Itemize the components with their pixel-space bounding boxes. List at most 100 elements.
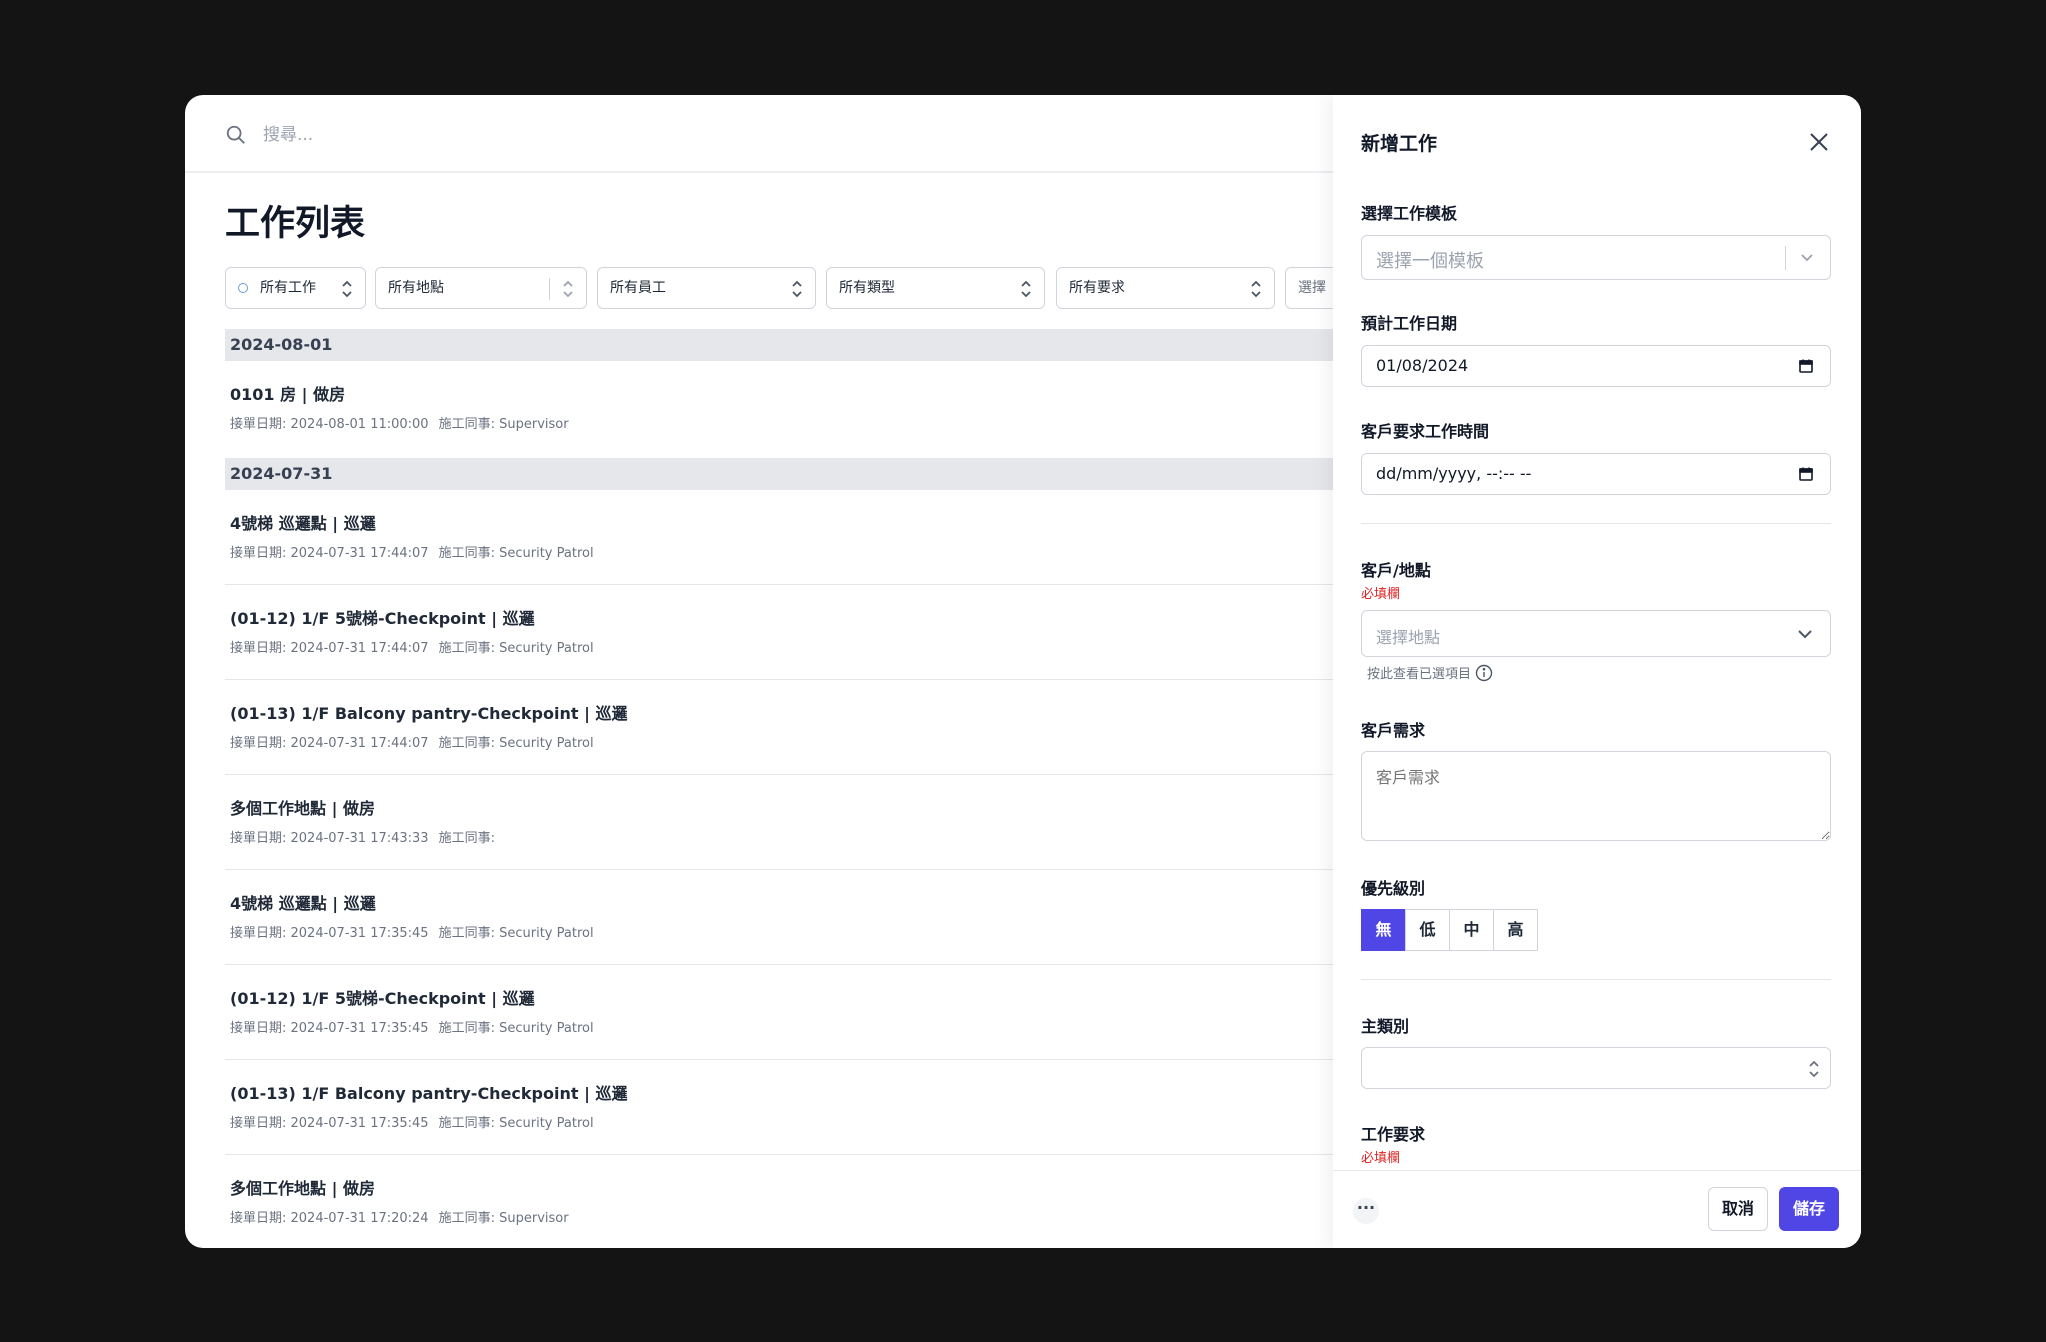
priority-medium-button[interactable]: 中 xyxy=(1449,909,1494,951)
template-placeholder: 選擇一個模板 xyxy=(1376,251,1484,272)
template-select[interactable]: 選擇一個模板 xyxy=(1361,235,1831,280)
date-group-header: 2024-08-01 xyxy=(225,329,1335,361)
job-meta: 接單日期: 2024-07-31 17:35:45 施工同事: Security … xyxy=(230,1112,1335,1131)
job-list-item[interactable]: (01-12) 1/F 5號梯-Checkpoint | 巡邏 接單日期: 20… xyxy=(225,585,1335,680)
select-separator xyxy=(549,278,550,300)
filter-staff-select[interactable]: 所有員工 xyxy=(597,267,816,309)
template-label: 選擇工作模板 xyxy=(1361,204,1458,223)
job-title: 0101 房 | 做房 xyxy=(230,385,346,404)
chevron-updown-icon xyxy=(1809,1060,1819,1078)
priority-toggle-group: 無 低 中 高 xyxy=(1361,909,1538,951)
new-job-panel: 新增工作 選擇工作模板 選擇一個模板 預計工作日期 01/08/2024 客戶要… xyxy=(1333,95,1861,1248)
search-input[interactable] xyxy=(263,115,863,155)
more-options-button[interactable]: ··· xyxy=(1353,1198,1379,1224)
job-received-date: 接單日期: 2024-08-01 11:00:00 xyxy=(230,417,429,432)
job-list: 2024-08-01 0101 房 | 做房 接單日期: 2024-08-01 … xyxy=(225,329,1335,1248)
job-list-item[interactable]: 0101 房 | 做房 接單日期: 2024-08-01 11:00:00 施工同… xyxy=(225,361,1335,458)
job-title: 多個工作地點 | 做房 xyxy=(230,1179,375,1198)
main-category-label: 主類別 xyxy=(1361,1017,1410,1036)
job-list-item[interactable]: 4號梯 巡邏點 | 巡邏 接單日期: 2024-07-31 17:35:45 施工… xyxy=(225,870,1335,965)
priority-none-button[interactable]: 無 xyxy=(1361,909,1406,951)
form-divider xyxy=(1361,979,1831,980)
filter-request-select[interactable]: 所有要求 xyxy=(1056,267,1275,309)
filter-bar: 所有工作 所有地點 所有員工 所有類型 所有要求 選擇 xyxy=(225,267,1405,309)
job-meta: 接單日期: 2024-07-31 17:44:07 施工同事: Security … xyxy=(230,637,1335,656)
date-group-header: 2024-07-31 xyxy=(225,458,1335,490)
priority-high-button[interactable]: 高 xyxy=(1493,909,1538,951)
search-icon xyxy=(226,125,245,144)
job-staff: 施工同事: Security Patrol xyxy=(438,1021,594,1036)
job-received-date: 接單日期: 2024-07-31 17:44:07 xyxy=(230,641,429,656)
job-list-item[interactable]: 多個工作地點 | 做房 接單日期: 2024-07-31 17:43:33 施工同… xyxy=(225,775,1335,870)
job-title: (01-12) 1/F 5號梯-Checkpoint | 巡邏 xyxy=(230,609,535,628)
job-staff: 施工同事: Security Patrol xyxy=(438,1116,594,1131)
status-circle-icon xyxy=(238,283,248,293)
client-request-textarea[interactable] xyxy=(1361,751,1831,841)
select-separator xyxy=(1785,246,1786,270)
job-meta: 接單日期: 2024-07-31 17:44:07 施工同事: Security … xyxy=(230,542,1335,561)
job-title: (01-13) 1/F Balcony pantry-Checkpoint | … xyxy=(230,704,628,723)
job-received-date: 接單日期: 2024-07-31 17:20:24 xyxy=(230,1211,429,1226)
job-title: 4號梯 巡邏點 | 巡邏 xyxy=(230,894,376,913)
filter-type-select[interactable]: 所有類型 xyxy=(826,267,1045,309)
location-hint-text: 按此查看已選項目 xyxy=(1367,667,1472,682)
job-staff: 施工同事: xyxy=(438,831,495,846)
job-received-date: 接單日期: 2024-07-31 17:35:45 xyxy=(230,926,429,941)
location-label: 客戶/地點 xyxy=(1361,561,1431,580)
filter-label: 選擇 xyxy=(1298,280,1326,296)
filter-location-select[interactable]: 所有地點 xyxy=(375,267,587,309)
priority-label: 優先級別 xyxy=(1361,879,1426,898)
filter-status-select[interactable]: 所有工作 xyxy=(225,267,366,309)
chevron-updown-icon xyxy=(792,280,802,298)
job-staff: 施工同事: Supervisor xyxy=(438,417,569,432)
job-staff: 施工同事: Supervisor xyxy=(438,1211,569,1226)
job-meta: 接單日期: 2024-08-01 11:00:00 施工同事: Superviso… xyxy=(230,413,1335,432)
location-hint[interactable]: 按此查看已選項目 xyxy=(1367,663,1493,682)
job-list-item[interactable]: (01-13) 1/F Balcony pantry-Checkpoint | … xyxy=(225,1060,1335,1155)
job-received-date: 接單日期: 2024-07-31 17:44:07 xyxy=(230,546,429,561)
filter-label: 所有員工 xyxy=(610,280,666,296)
job-staff: 施工同事: Security Patrol xyxy=(438,736,594,751)
job-meta: 接單日期: 2024-07-31 17:43:33 施工同事: xyxy=(230,827,1335,846)
panel-title: 新增工作 xyxy=(1361,133,1438,155)
job-list-item[interactable]: (01-13) 1/F Balcony pantry-Checkpoint | … xyxy=(225,680,1335,775)
job-list-item[interactable]: 多個工作地點 | 做房 接單日期: 2024-07-31 17:20:24 施工同… xyxy=(225,1155,1335,1248)
job-staff: 施工同事: Security Patrol xyxy=(438,546,594,561)
planned-date-input[interactable]: 01/08/2024 xyxy=(1361,345,1831,387)
job-meta: 接單日期: 2024-07-31 17:35:45 施工同事: Security … xyxy=(230,922,1335,941)
calendar-icon[interactable] xyxy=(1798,466,1814,482)
filter-label: 所有地點 xyxy=(388,280,444,296)
priority-low-button[interactable]: 低 xyxy=(1405,909,1450,951)
job-list-item[interactable]: 4號梯 巡邏點 | 巡邏 接單日期: 2024-07-31 17:44:07 施工… xyxy=(225,490,1335,585)
save-button[interactable]: 儲存 xyxy=(1779,1187,1839,1231)
calendar-icon[interactable] xyxy=(1798,358,1814,374)
job-title: (01-13) 1/F Balcony pantry-Checkpoint | … xyxy=(230,1084,628,1103)
job-list-item[interactable]: (01-12) 1/F 5號梯-Checkpoint | 巡邏 接單日期: 20… xyxy=(225,965,1335,1060)
form-divider xyxy=(1361,523,1831,524)
location-placeholder: 選擇地點 xyxy=(1376,628,1441,647)
app-window: 工作列表 所有工作 所有地點 所有員工 所有類型 所有要求 選擇 2024-08… xyxy=(185,95,1861,1248)
panel-footer: ··· 取消 儲存 xyxy=(1333,1170,1861,1248)
client-request-label: 客戶需求 xyxy=(1361,721,1426,740)
search-bar xyxy=(185,95,1335,173)
main-category-select[interactable] xyxy=(1361,1047,1831,1089)
job-received-date: 接單日期: 2024-07-31 17:44:07 xyxy=(230,736,429,751)
requested-time-label: 客戶要求工作時間 xyxy=(1361,422,1490,441)
planned-date-label: 預計工作日期 xyxy=(1361,314,1458,333)
chevron-down-icon xyxy=(1801,254,1813,262)
job-received-date: 接單日期: 2024-07-31 17:35:45 xyxy=(230,1021,429,1036)
cancel-button[interactable]: 取消 xyxy=(1708,1187,1768,1231)
job-staff: 施工同事: Security Patrol xyxy=(438,926,594,941)
job-received-date: 接單日期: 2024-07-31 17:43:33 xyxy=(230,831,429,846)
chevron-updown-icon xyxy=(1251,280,1261,298)
close-icon[interactable] xyxy=(1808,131,1830,153)
requested-time-input[interactable]: dd/mm/yyyy, --:-- -- xyxy=(1361,453,1831,495)
chevron-updown-icon xyxy=(342,280,352,298)
job-meta: 接單日期: 2024-07-31 17:20:24 施工同事: Superviso… xyxy=(230,1207,1335,1226)
job-staff: 施工同事: Security Patrol xyxy=(438,641,594,656)
required-text: 必填欄 xyxy=(1361,587,1401,602)
filter-label: 所有要求 xyxy=(1069,280,1125,296)
job-title: 多個工作地點 | 做房 xyxy=(230,799,375,818)
chevron-down-icon xyxy=(1798,630,1812,639)
location-select[interactable]: 選擇地點 xyxy=(1361,610,1831,657)
